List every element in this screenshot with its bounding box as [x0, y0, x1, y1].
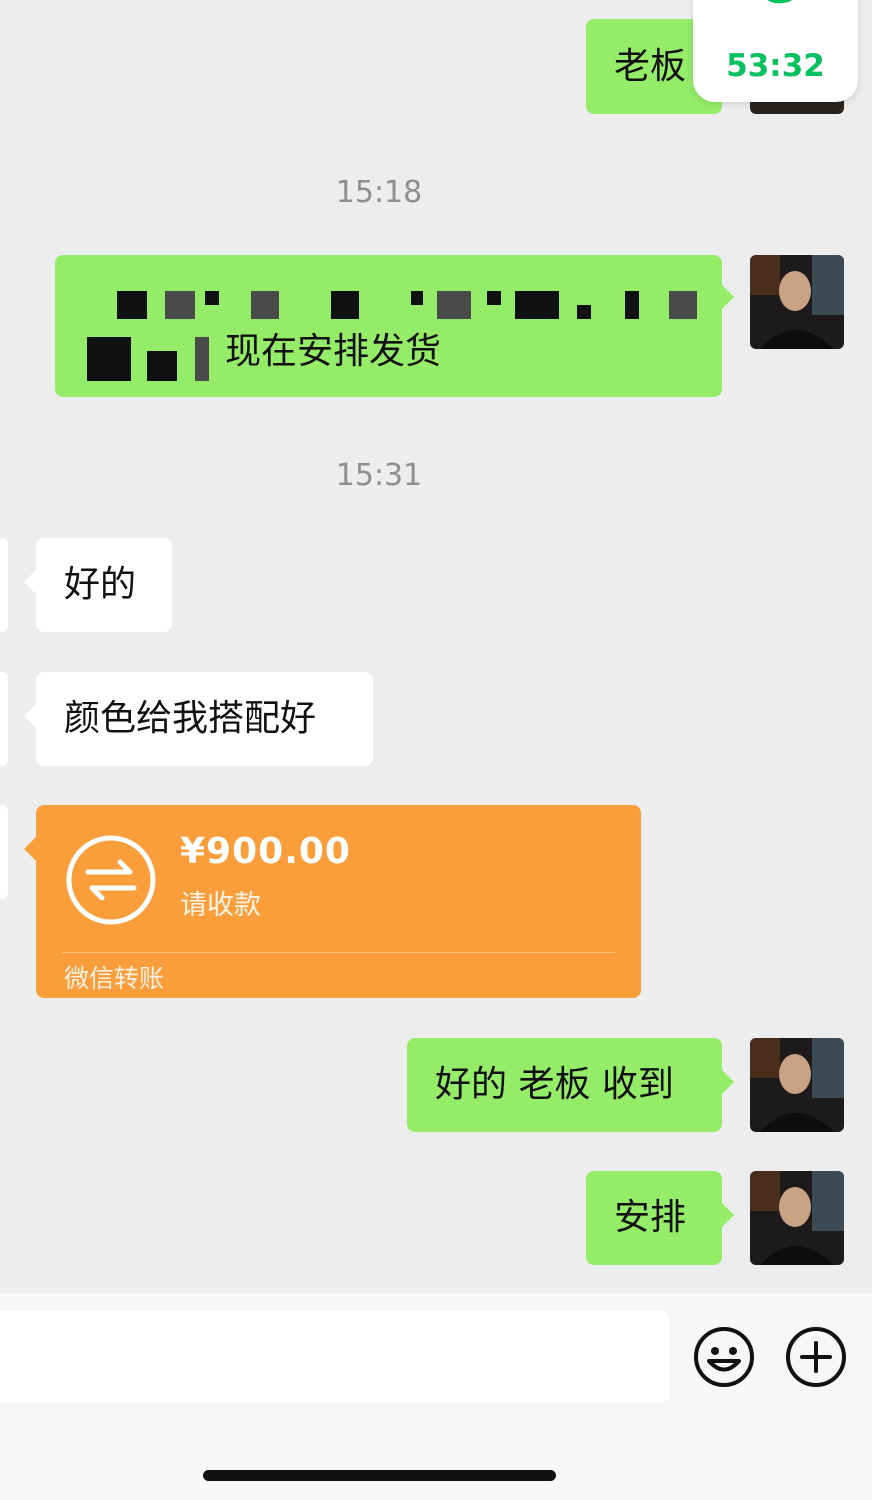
- transfer-arrows-icon: [66, 835, 156, 925]
- message-input[interactable]: [0, 1311, 669, 1403]
- phone-icon: [767, 0, 792, 4]
- plus-icon[interactable]: [785, 1326, 847, 1388]
- avatar[interactable]: [750, 1038, 844, 1132]
- message-text: 老板: [614, 46, 687, 87]
- message-text: 现在安排发货: [225, 331, 442, 372]
- avatar[interactable]: [750, 255, 844, 349]
- message-bubble-sent[interactable]: 现在安排发货: [55, 255, 734, 397]
- message-bubble-sent[interactable]: 好的 老板 收到: [407, 1038, 734, 1132]
- avatar[interactable]: [0, 538, 8, 632]
- avatar[interactable]: [750, 1171, 844, 1265]
- transfer-card[interactable]: ¥900.00 请收款 微信转账: [24, 805, 641, 998]
- avatar[interactable]: [0, 672, 8, 766]
- message-bubble-received[interactable]: 颜色给我搭配好: [24, 672, 373, 766]
- transfer-footer: 微信转账: [64, 964, 165, 993]
- message-bubble-sent[interactable]: 安排: [586, 1171, 734, 1265]
- emoji-icon[interactable]: [693, 1326, 755, 1388]
- timestamp: 15:18: [335, 175, 423, 210]
- message-text: 颜色给我搭配好: [64, 698, 317, 739]
- timestamp: 15:31: [335, 458, 423, 493]
- message-text: 好的 老板 收到: [435, 1064, 674, 1105]
- message-text: 好的: [64, 564, 137, 605]
- transfer-amount: ¥900.00: [180, 831, 351, 872]
- message-text: 安排: [614, 1197, 687, 1238]
- divider: [62, 952, 615, 953]
- message-bubble-received[interactable]: 好的: [24, 538, 172, 632]
- avatar[interactable]: [0, 805, 8, 899]
- call-duration: 53:32: [726, 48, 825, 84]
- home-indicator[interactable]: [203, 1470, 556, 1481]
- call-float-window[interactable]: 53:32: [693, 0, 858, 102]
- transfer-status: 请收款: [180, 890, 261, 921]
